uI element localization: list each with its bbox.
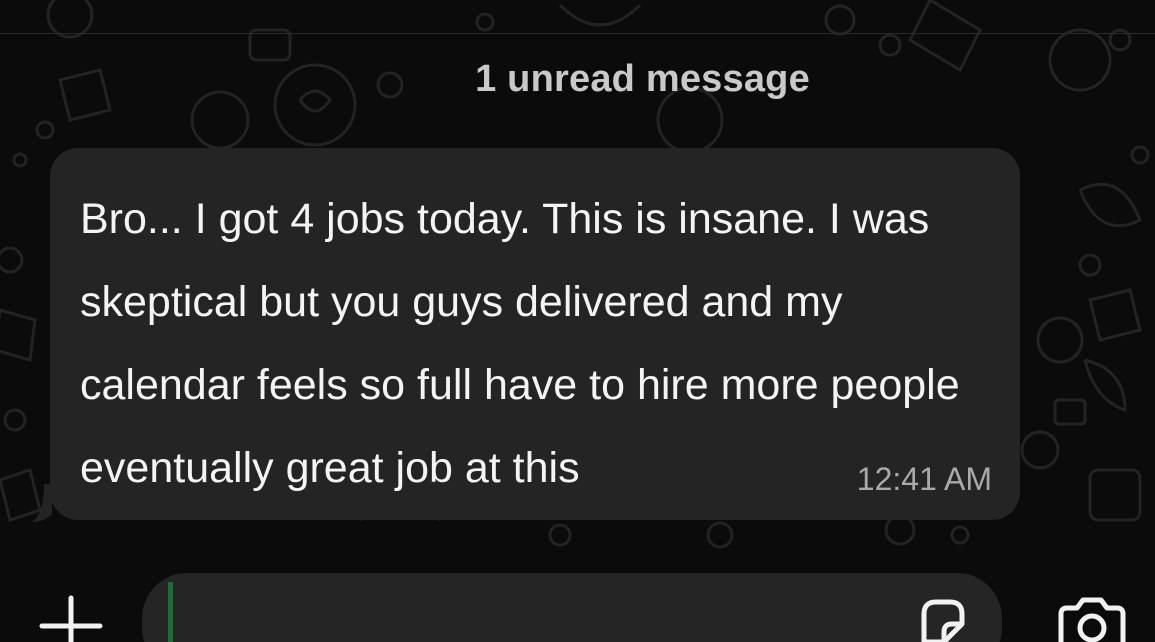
incoming-message-bubble[interactable]: Bro... I got 4 jobs today. This is insan…	[50, 148, 1020, 520]
sticker-icon[interactable]	[912, 598, 970, 642]
header-divider	[0, 33, 1155, 34]
unread-messages-banner: 1 unread message	[475, 58, 810, 100]
plus-icon[interactable]	[38, 594, 104, 642]
camera-icon[interactable]	[1055, 596, 1129, 642]
text-caret	[168, 582, 173, 642]
message-input[interactable]	[142, 573, 1002, 642]
message-timestamp: 12:41 AM	[856, 461, 992, 497]
